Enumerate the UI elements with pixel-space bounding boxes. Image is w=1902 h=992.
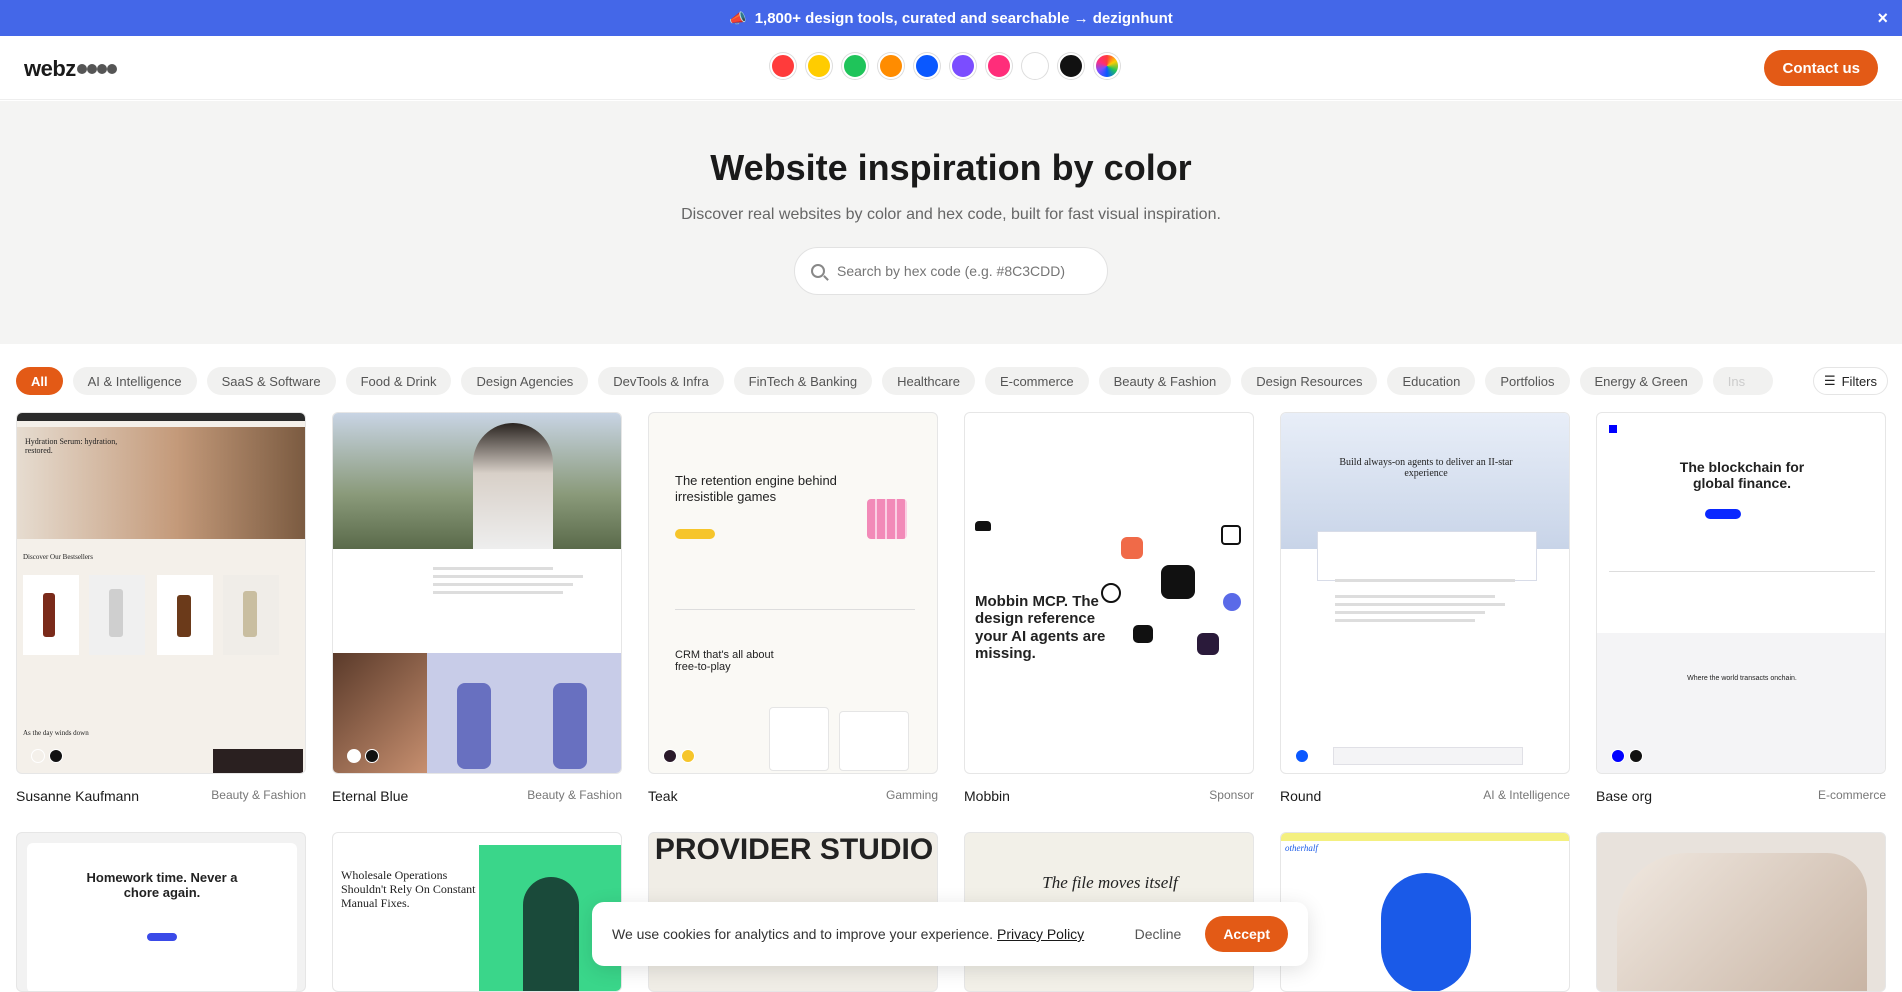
card-headline: The retention engine behind irresistible…: [675, 473, 837, 504]
card-headline: Homework time. Never a chore again.: [86, 870, 238, 900]
card-name[interactable]: Teak: [648, 788, 678, 804]
megaphone-icon: 📣: [729, 9, 747, 26]
search-icon: [811, 264, 825, 278]
card-category[interactable]: Beauty & Fashion: [527, 788, 622, 804]
category-tab[interactable]: E-commerce: [984, 367, 1089, 395]
card-name[interactable]: Round: [1280, 788, 1321, 804]
category-tab[interactable]: Healthcare: [882, 367, 975, 395]
card-sub: Where the world transacts onchain.: [1687, 675, 1797, 682]
page-title: Website inspiration by color: [710, 147, 1192, 188]
category-tab[interactable]: Education: [1387, 367, 1476, 395]
category-tab[interactable]: Ins: [1712, 367, 1773, 395]
color-swatch[interactable]: [950, 53, 976, 79]
card-name[interactable]: Base org: [1596, 788, 1652, 804]
search-input[interactable]: [837, 263, 1077, 279]
card-headline: The file moves itself: [1042, 873, 1178, 892]
color-swatch[interactable]: [806, 53, 832, 79]
privacy-policy-link[interactable]: Privacy Policy: [997, 926, 1084, 942]
card-category[interactable]: Beauty & Fashion: [211, 788, 306, 804]
category-tab[interactable]: SaaS & Software: [206, 367, 336, 395]
category-tab[interactable]: Beauty & Fashion: [1098, 367, 1232, 395]
hero-section: Website inspiration by color Discover re…: [0, 101, 1902, 344]
site-thumbnail[interactable]: Hydration Serum: hydration, restored. Di…: [16, 412, 306, 774]
color-swatch[interactable]: [914, 53, 940, 79]
category-tab[interactable]: AI & Intelligence: [72, 367, 197, 395]
card-headline: The blockchain for global finance.: [1679, 459, 1805, 492]
filters-label: Filters: [1841, 373, 1877, 389]
decline-button[interactable]: Decline: [1135, 926, 1182, 942]
color-swatch[interactable]: [1058, 53, 1084, 79]
cookie-text: We use cookies for analytics and to impr…: [612, 926, 994, 942]
site-thumbnail[interactable]: The blockchain for global finance. Where…: [1596, 412, 1886, 774]
color-swatch[interactable]: [770, 53, 796, 79]
card-category[interactable]: Gamming: [886, 788, 938, 804]
site-thumbnail[interactable]: [332, 412, 622, 774]
color-swatch[interactable]: [842, 53, 868, 79]
color-swatches: [770, 53, 1120, 79]
card-headline: Build always-on agents to deliver an II-…: [1339, 457, 1513, 479]
color-swatch[interactable]: [878, 53, 904, 79]
card-sub: Discover Our Bestsellers: [23, 553, 93, 561]
close-icon[interactable]: ×: [1877, 8, 1888, 29]
card-name[interactable]: Susanne Kaufmann: [16, 788, 139, 804]
site-thumbnail[interactable]: Build always-on agents to deliver an II-…: [1280, 412, 1570, 774]
color-swatch[interactable]: [1094, 53, 1120, 79]
card-headline: Wholesale Operations Shouldn't Rely On C…: [341, 868, 476, 910]
card-sub: CRM that's all about free-to-play: [675, 649, 774, 673]
site-thumbnail[interactable]: Wholesale Operations Shouldn't Rely On C…: [332, 832, 622, 992]
card-name[interactable]: Eternal Blue: [332, 788, 408, 804]
site-card[interactable]: Build always-on agents to deliver an II-…: [1280, 412, 1570, 804]
site-thumbnail[interactable]: The retention engine behind irresistible…: [648, 412, 938, 774]
top-nav: webz Contact us: [0, 36, 1902, 100]
category-tab[interactable]: Design Resources: [1241, 367, 1378, 395]
category-tab[interactable]: Energy & Green: [1579, 367, 1703, 395]
card-headline: Mobbin MCP. The design reference your AI…: [975, 593, 1106, 662]
site-thumbnail[interactable]: Homework time. Never a chore again.: [16, 832, 306, 992]
category-tab[interactable]: FinTech & Banking: [733, 367, 873, 395]
banner-text[interactable]: 1,800+ design tools, curated and searcha…: [755, 10, 1173, 27]
card-category[interactable]: AI & Intelligence: [1483, 788, 1570, 804]
accept-button[interactable]: Accept: [1205, 916, 1288, 952]
site-card[interactable]: The retention engine behind irresistible…: [648, 412, 938, 804]
color-swatch[interactable]: [1022, 53, 1048, 79]
site-card[interactable]: Hydration Serum: hydration, restored. Di…: [16, 412, 306, 804]
site-thumbnail[interactable]: otherhalf: [1280, 832, 1570, 992]
contact-button[interactable]: Contact us: [1764, 50, 1878, 86]
card-name[interactable]: Mobbin: [964, 788, 1010, 804]
card-category[interactable]: E-commerce: [1818, 788, 1886, 804]
category-tab[interactable]: Design Agencies: [461, 367, 589, 395]
category-tab[interactable]: Portfolios: [1485, 367, 1570, 395]
color-swatch[interactable]: [986, 53, 1012, 79]
logo[interactable]: webz: [24, 56, 117, 82]
promo-banner[interactable]: 📣 1,800+ design tools, curated and searc…: [0, 0, 1902, 36]
category-tab[interactable]: DevTools & Infra: [598, 367, 724, 395]
site-card[interactable]: The blockchain for global finance. Where…: [1596, 412, 1886, 804]
site-card[interactable]: Eternal Blue Beauty & Fashion: [332, 412, 622, 804]
site-thumbnail[interactable]: Mobbin MCP. The design reference your AI…: [964, 412, 1254, 774]
filters-button[interactable]: ☰ Filters: [1812, 367, 1888, 395]
card-category[interactable]: Sponsor: [1209, 788, 1254, 804]
card-headline: Hydration Serum: hydration, restored.: [25, 437, 118, 455]
category-tabs: All AI & Intelligence SaaS & Software Food …: [16, 367, 1816, 395]
card-headline: otherhalf: [1285, 843, 1318, 853]
search-box[interactable]: [794, 247, 1108, 295]
logo-text: webz: [24, 56, 76, 81]
card-foot: As the day winds down: [23, 729, 89, 737]
category-tab[interactable]: Food & Drink: [345, 367, 452, 395]
site-card[interactable]: Mobbin MCP. The design reference your AI…: [964, 412, 1254, 804]
logo-dots-icon: [76, 64, 117, 74]
category-tab[interactable]: All: [16, 367, 63, 395]
cookie-banner: We use cookies for analytics and to impr…: [592, 902, 1308, 966]
page-subtitle: Discover real websites by color and hex …: [681, 206, 1221, 223]
site-thumbnail[interactable]: [1596, 832, 1886, 992]
card-headline: PROVIDER STUDIO: [654, 833, 934, 866]
sliders-icon: ☰: [1823, 373, 1836, 388]
